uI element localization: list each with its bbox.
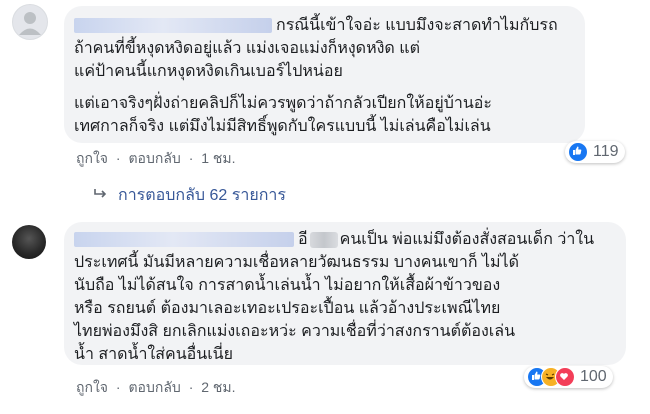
reaction-summary[interactable]: 100 (524, 366, 613, 388)
comment-actions: ถูกใจ · ตอบกลับ · 2 ชม. (76, 379, 236, 395)
comment-bubble: อี คนเป็น พ่อแม่มึงต้องสั่งสอนเด็ก ว่าใน … (64, 222, 626, 365)
comment-actions: ถูกใจ · ตอบกลับ · 1 ชม. (76, 150, 236, 166)
comment-line: แต่เอาจริงๆฝั่งถ่ายคลิปก็ไม่ควรพูดว่าถ้า… (74, 95, 492, 112)
comment-bubble: กรณีนี้เข้าใจอ่ะ แบบมึงจะสาดทำไมกับรถ ถ้… (64, 6, 585, 143)
commenter-name-redacted[interactable] (74, 18, 272, 34)
reaction-count: 119 (593, 143, 619, 160)
like-link[interactable]: ถูกใจ (76, 150, 108, 166)
comment-line: ถ้าคนที่ขี้หงุดหงิดอยู่แล้ว แม่งเจอแม่งก… (74, 40, 420, 57)
redacted-word (309, 231, 338, 248)
default-avatar-icon (19, 12, 41, 35)
reaction-count: 100 (580, 368, 607, 385)
comment-line: เทศกาลก็จริง แต่มึงไม่มีสิทธิ์พูดกับใครแ… (74, 118, 491, 135)
commenter-avatar[interactable] (12, 4, 48, 40)
comment-line: ประเทศนี้ มันมีหลายความเชื่อหลายวัฒนธรรม… (74, 254, 519, 271)
comment-line: น้ำ สาดน้ำใส่คนอื่นเนี่ย (74, 346, 233, 363)
reply-link[interactable]: ตอบกลับ (128, 379, 180, 395)
comment-line: ไทยพ่องมึงสิ ยกเลิกแม่งเถอะหว่ะ ความเชื่… (74, 323, 515, 340)
comment-line: หรือ รถยนต์ ต้องมาเลอะเทอะเปรอะเปื้อน แล… (74, 300, 501, 317)
comment-line: แค่ป้าคนนี้แกหงุดหงิดเกินเบอร์ไปหน่อย (74, 63, 343, 80)
commenter-avatar[interactable] (12, 225, 46, 259)
comment-line: กรณีนี้เข้าใจอ่ะ แบบมึงจะสาดทำไมกับรถ (74, 14, 585, 37)
like-reaction-icon (568, 142, 588, 162)
comment-timestamp[interactable]: 2 ชม. (201, 379, 235, 395)
commenter-name-redacted[interactable] (74, 232, 294, 248)
view-replies-link[interactable]: การตอบกลับ 62 รายการ (94, 183, 286, 208)
comment-line: นับถือ ไม่ได้สนใจ การสาดน้ำเล่นน้ำ ไม่อย… (74, 277, 501, 294)
love-reaction-icon (555, 367, 575, 387)
like-link[interactable]: ถูกใจ (76, 379, 108, 395)
comment-timestamp[interactable]: 1 ชม. (201, 150, 235, 166)
reply-arrow-icon (94, 187, 108, 205)
comment-line: อี คนเป็น พ่อแม่มึงต้องสั่งสอนเด็ก ว่าใน (74, 228, 626, 251)
reply-link[interactable]: ตอบกลับ (128, 150, 180, 166)
reaction-summary[interactable]: 119 (565, 141, 625, 163)
